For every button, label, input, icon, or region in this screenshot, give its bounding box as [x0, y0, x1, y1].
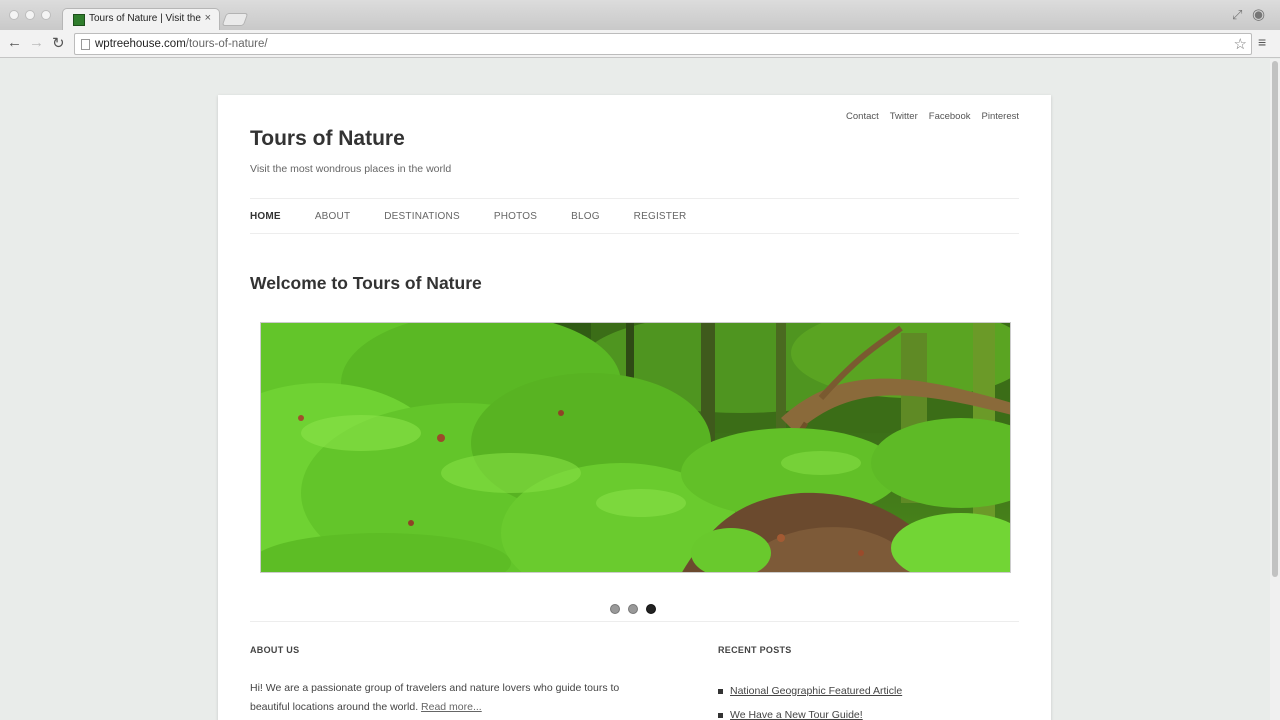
secondary-nav-twitter[interactable]: Twitter	[890, 111, 918, 122]
slider-dot-1[interactable]	[610, 604, 620, 614]
address-bar[interactable]: wptreehouse.com/tours-of-nature/ ☆	[74, 33, 1252, 55]
recent-post-link[interactable]: We Have a New Tour Guide!	[730, 709, 863, 720]
browser-menu-icon[interactable]: ≡	[1258, 34, 1266, 50]
reload-icon[interactable]: ↻	[52, 34, 65, 52]
page-scrollbar[interactable]	[1270, 59, 1280, 720]
about-us-heading: ABOUT US	[250, 645, 300, 655]
nav-blog[interactable]: BLOG	[571, 211, 600, 222]
main-nav: HOME ABOUT DESTINATIONS PHOTOS BLOG REGI…	[250, 198, 1019, 234]
nav-home[interactable]: HOME	[250, 211, 281, 222]
about-us-text: Hi! We are a passionate group of travele…	[250, 679, 650, 717]
secondary-nav-pinterest[interactable]: Pinterest	[982, 111, 1020, 122]
recent-posts-list: National Geographic Featured Article We …	[718, 679, 902, 720]
site-title[interactable]: Tours of Nature	[250, 127, 405, 151]
forest-moss-image	[261, 323, 1010, 572]
site-container: Contact Twitter Facebook Pinterest Tours…	[218, 95, 1051, 720]
slider-pagination	[610, 604, 656, 614]
nav-about[interactable]: ABOUT	[315, 211, 350, 222]
secondary-nav-facebook[interactable]: Facebook	[929, 111, 971, 122]
secondary-nav: Contact Twitter Facebook Pinterest	[846, 111, 1019, 122]
slider-dot-2[interactable]	[628, 604, 638, 614]
page-icon	[81, 39, 90, 50]
url-host: wptreehouse.com	[95, 38, 186, 50]
recent-post-link[interactable]: National Geographic Featured Article	[730, 685, 902, 697]
content-divider	[250, 621, 1019, 622]
browser-titlebar: Tours of Nature | Visit the most wondrou…	[0, 0, 1280, 30]
incognito-icon: ◉	[1252, 6, 1266, 23]
recent-posts-heading: RECENT POSTS	[718, 645, 792, 655]
page-heading: Welcome to Tours of Nature	[250, 273, 482, 293]
back-arrow-icon[interactable]: ←	[7, 34, 22, 51]
browser-toolbar: ← → ↻ wptreehouse.com/tours-of-nature/ ☆…	[0, 30, 1280, 58]
site-description: Visit the most wondrous places in the wo…	[250, 163, 452, 175]
slider-dot-3[interactable]	[646, 604, 656, 614]
nav-destinations[interactable]: DESTINATIONS	[384, 211, 460, 222]
tab-title: Tours of Nature | Visit the most wondrou…	[89, 13, 201, 24]
new-tab-button[interactable]	[221, 13, 249, 26]
window-minimize-button[interactable]	[25, 10, 35, 20]
scrollbar-thumb[interactable]	[1272, 61, 1278, 577]
browser-tab[interactable]: Tours of Nature | Visit the most wondrou…	[62, 8, 220, 30]
image-slider[interactable]	[260, 322, 1011, 573]
list-item: We Have a New Tour Guide!	[718, 703, 902, 720]
window-zoom-button[interactable]	[41, 10, 51, 20]
nav-register[interactable]: REGISTER	[634, 211, 687, 222]
window-close-button[interactable]	[9, 10, 19, 20]
secondary-nav-contact[interactable]: Contact	[846, 111, 879, 122]
tab-close-icon[interactable]: ×	[205, 12, 211, 24]
fullscreen-icon[interactable]: ⤢	[1232, 7, 1242, 23]
read-more-link[interactable]: Read more...	[421, 701, 482, 713]
url-text: wptreehouse.com/tours-of-nature/	[95, 38, 268, 50]
list-item: National Geographic Featured Article	[718, 679, 902, 703]
url-path: /tours-of-nature/	[185, 38, 268, 50]
forward-arrow-icon[interactable]: →	[29, 34, 44, 51]
favicon-icon	[73, 14, 85, 26]
bookmark-star-icon[interactable]: ☆	[1234, 35, 1247, 53]
nav-photos[interactable]: PHOTOS	[494, 211, 537, 222]
